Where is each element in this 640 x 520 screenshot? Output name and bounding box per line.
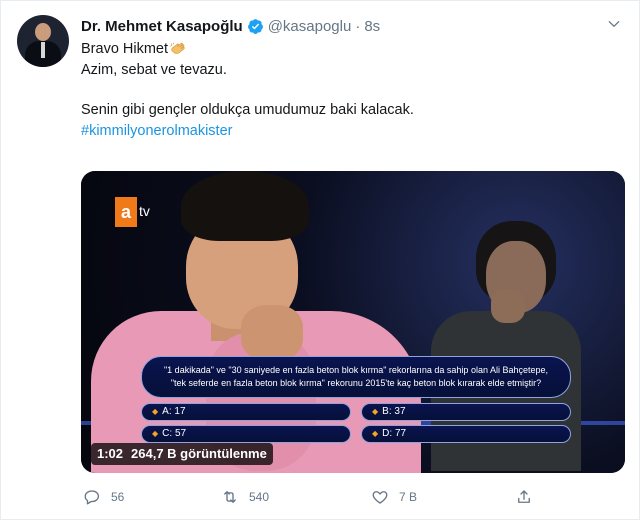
video-player[interactable]: a tv "1 dakikada" ve "30 saniyede en faz… [81, 171, 625, 473]
option-value: 57 [174, 428, 187, 439]
tweet-line-2: Azim, sebat ve tevazu. [81, 62, 227, 78]
author-name[interactable]: Dr. Mehmet Kasapoğlu [81, 18, 243, 35]
like-button[interactable]: 7 B [371, 487, 417, 507]
diamond-icon: ◆ [152, 407, 159, 416]
heart-icon [372, 491, 388, 504]
avatar-tie [41, 42, 45, 58]
reply-icon [84, 490, 100, 505]
separator-dot: · [355, 17, 361, 35]
contestant-hair [181, 171, 309, 241]
hashtag-link[interactable]: #kimmilyonerolmakister [81, 121, 621, 142]
contestant-hand [241, 305, 303, 361]
tweet-line-1: Bravo Hikmet [81, 39, 621, 60]
tweet-card[interactable]: Dr. Mehmet Kasapoğlu @kasapoglu · 8s Bra… [0, 0, 640, 520]
tweet-text: Bravo Hikmet Azim, sebat ve tevazu. Seni… [81, 39, 621, 142]
avatar-head [35, 23, 51, 41]
question-line-2: "tek seferde en fazla beton blok kırma" … [170, 378, 542, 388]
reply-button[interactable]: 56 [83, 487, 124, 507]
video-info-badge: 1:02 264,7 B görüntülenme [91, 443, 273, 465]
answer-option-c: ◆ C: 57 [141, 425, 351, 443]
woman-hand [491, 289, 525, 323]
diamond-icon: ◆ [372, 407, 379, 416]
option-label: B: [382, 406, 392, 417]
diamond-icon: ◆ [372, 429, 379, 438]
like-count: 7 B [399, 490, 418, 504]
share-icon [518, 490, 530, 503]
option-label: C: [162, 428, 173, 439]
clapping-hands-icon [170, 42, 185, 54]
tweet-time[interactable]: 8s [364, 18, 380, 35]
chevron-down-icon[interactable] [607, 17, 621, 31]
tweet-actions: 56 540 7 B [81, 487, 621, 507]
verified-badge-icon [247, 18, 263, 34]
option-label: D: [382, 428, 393, 439]
option-value: 77 [394, 428, 407, 439]
option-value: 37 [394, 406, 406, 417]
question-line-1: "1 dakikada" ve "30 saniyede en fazla be… [163, 365, 549, 375]
answer-option-d: ◆ D: 77 [361, 425, 571, 443]
video-views: 264,7 B görüntülenme [131, 446, 267, 461]
diamond-icon: ◆ [152, 429, 159, 438]
retweet-count: 540 [249, 490, 270, 504]
share-button[interactable] [515, 487, 543, 507]
quiz-question: "1 dakikada" ve "30 saniyede en fazla be… [141, 356, 571, 398]
tweet-line-3: Senin gibi gençler oldukça umudumuz baki… [81, 102, 414, 118]
answer-option-a: ◆ A: 17 [141, 403, 351, 421]
retweet-icon [224, 491, 236, 503]
tweet-header: Dr. Mehmet Kasapoğlu @kasapoglu · 8s [81, 15, 380, 37]
option-value: 17 [174, 406, 186, 417]
reply-count: 56 [111, 490, 125, 504]
video-duration: 1:02 [97, 446, 124, 461]
retweet-button[interactable]: 540 [221, 487, 269, 507]
author-handle[interactable]: @kasapoglu [268, 18, 352, 35]
option-label: A: [162, 406, 172, 417]
avatar[interactable] [17, 15, 69, 67]
answer-option-b: ◆ B: 37 [361, 403, 571, 421]
